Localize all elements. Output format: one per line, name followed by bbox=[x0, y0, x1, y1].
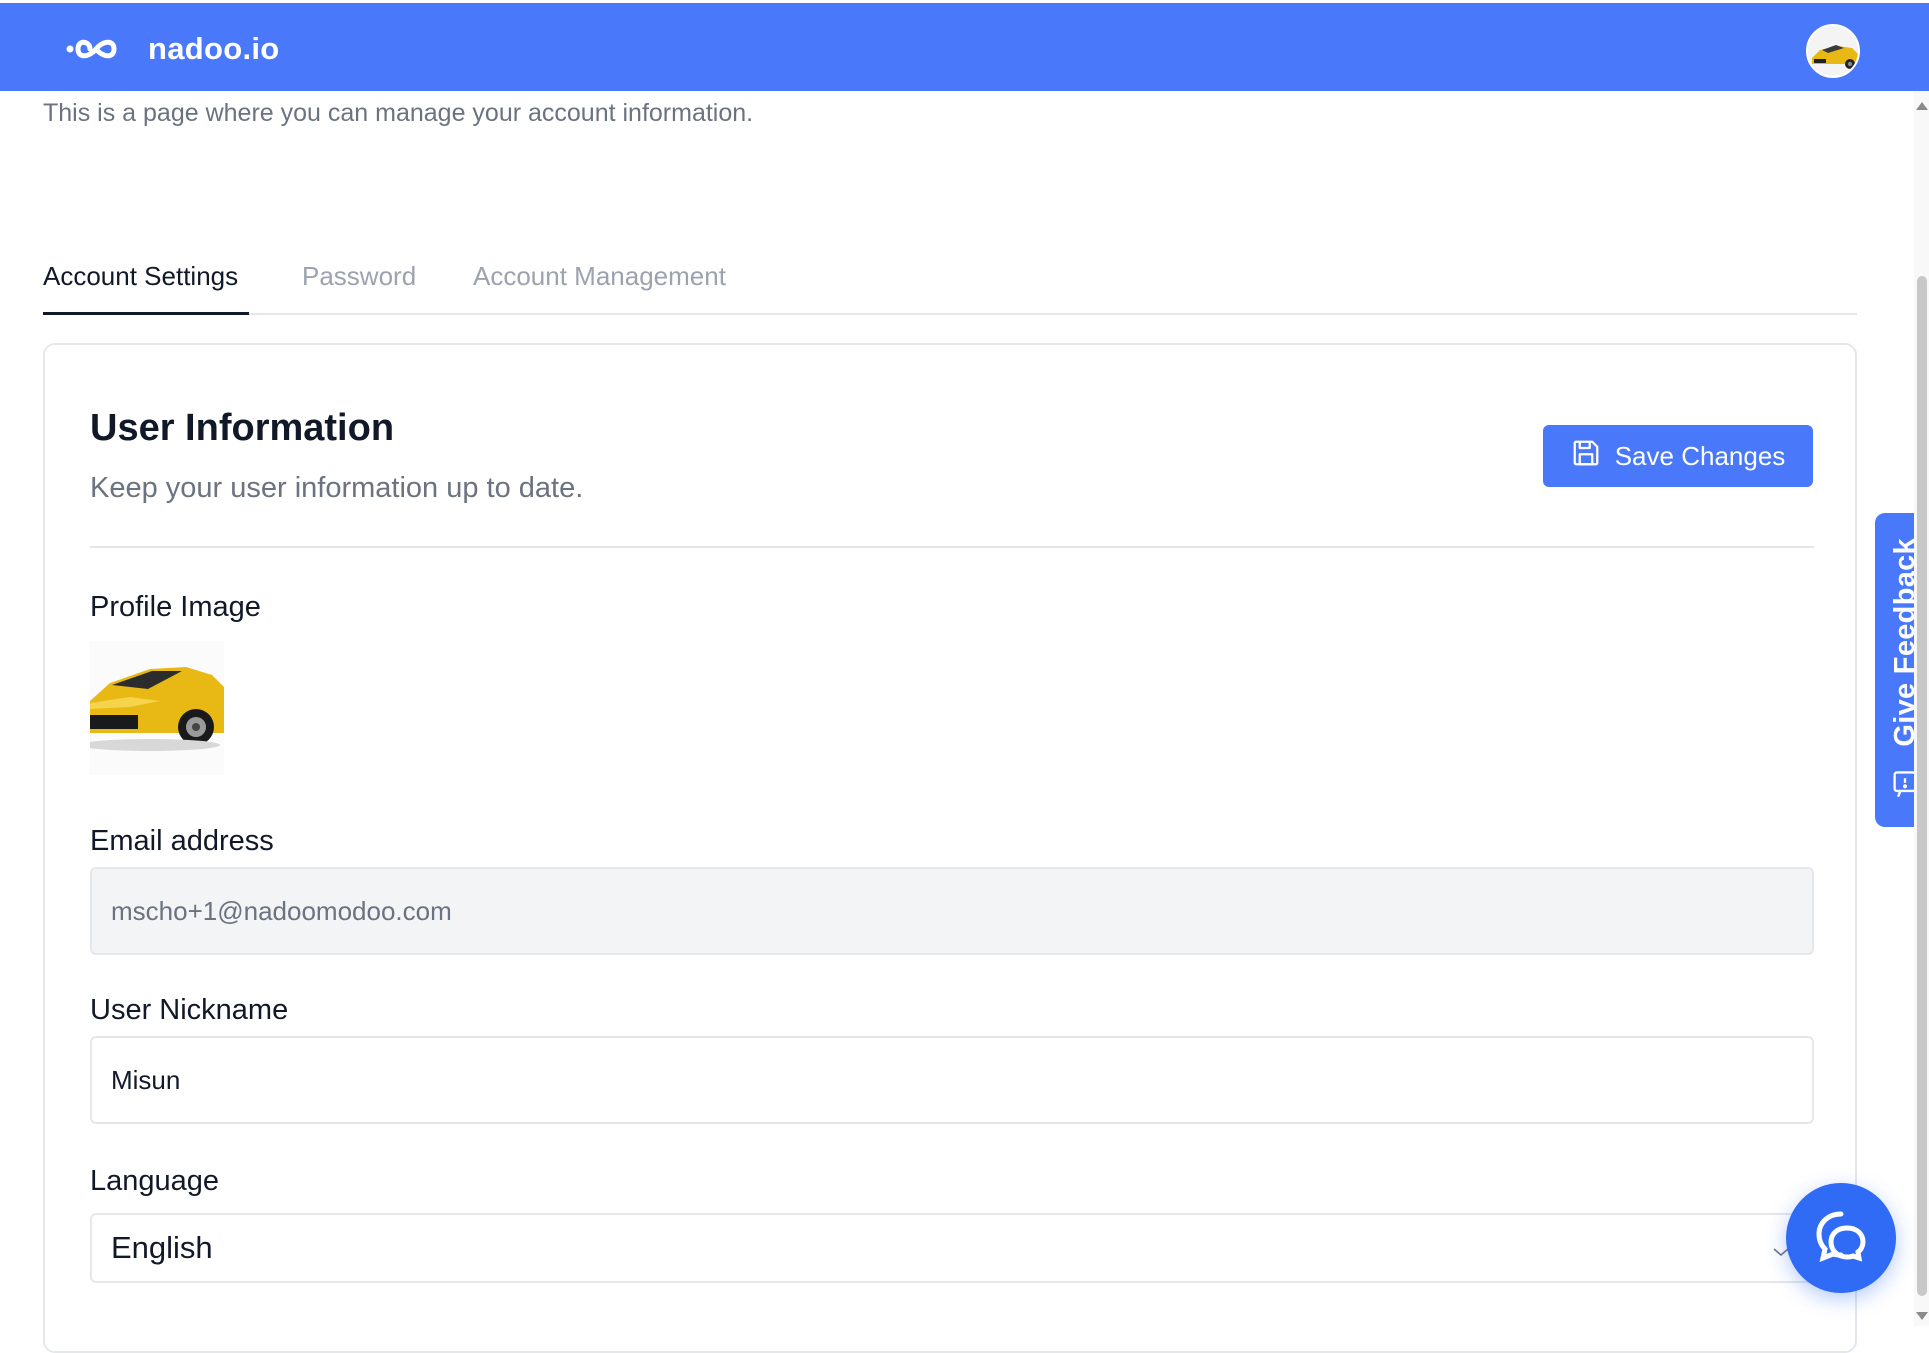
tab-account-settings[interactable]: Account Settings bbox=[43, 258, 249, 315]
tab-password[interactable]: Password bbox=[302, 258, 416, 315]
language-selected-value: English bbox=[111, 1230, 213, 1265]
floppy-disk-icon bbox=[1571, 438, 1601, 475]
page-description: This is a page where you can manage your… bbox=[43, 99, 754, 127]
scrollbar-thumb[interactable] bbox=[1917, 276, 1927, 1296]
email-label: Email address bbox=[90, 825, 274, 857]
save-changes-label: Save Changes bbox=[1614, 440, 1786, 471]
language-label: Language bbox=[90, 1165, 220, 1197]
settings-tabs: Account Settings Password Account Manage… bbox=[43, 258, 1857, 315]
save-changes-button[interactable]: Save Changes bbox=[1543, 425, 1813, 487]
nickname-label: User Nickname bbox=[90, 994, 289, 1026]
user-avatar[interactable] bbox=[1806, 24, 1860, 78]
top-navigation-bar: nadoo.io bbox=[0, 3, 1929, 91]
brand-logo[interactable]: nadoo.io bbox=[66, 29, 280, 69]
scroll-down-arrow-icon[interactable] bbox=[1916, 1312, 1928, 1320]
chat-launcher-button[interactable] bbox=[1786, 1183, 1896, 1293]
nickname-input[interactable]: Misun bbox=[90, 1036, 1814, 1124]
card-title: User Information bbox=[90, 407, 395, 449]
profile-image-label: Profile Image bbox=[90, 591, 261, 623]
profile-image[interactable] bbox=[90, 641, 224, 775]
tab-account-management[interactable]: Account Management bbox=[473, 258, 726, 315]
scroll-up-arrow-icon[interactable] bbox=[1916, 102, 1928, 110]
language-select[interactable]: English bbox=[90, 1213, 1814, 1283]
card-subtitle: Keep your user information up to date. bbox=[90, 472, 584, 504]
brand-name: nadoo.io bbox=[148, 31, 280, 66]
infinity-logo-icon bbox=[66, 33, 132, 65]
email-field[interactable]: mscho+1@nadoomodoo.com bbox=[90, 867, 1814, 955]
chat-bubble-icon bbox=[1811, 1206, 1871, 1271]
card-divider bbox=[90, 546, 1814, 548]
user-information-card: User Information Keep your user informat… bbox=[43, 343, 1857, 1353]
